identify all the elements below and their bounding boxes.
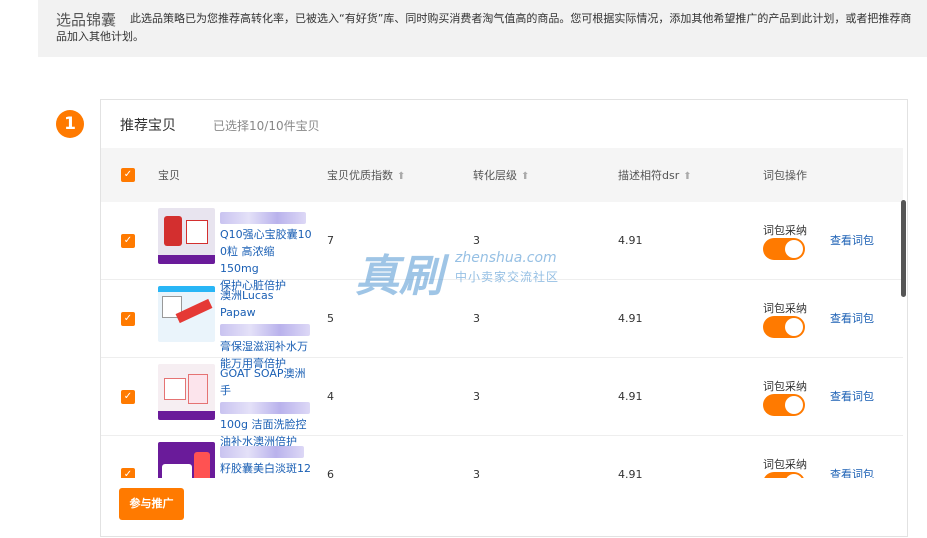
- table-row: ✓ Q10强心宝胶囊10 0粒 高浓缩150mg 保护心脏倍护 7 3 4.91…: [101, 202, 903, 292]
- table-row: ✓ 澳洲Lucas Papaw 膏保湿滋润补水万 能万用膏倍护 5 3 4.91…: [101, 280, 903, 370]
- product-title-link[interactable]: 籽胶囊美白淡斑12: [220, 443, 312, 477]
- column-header-conversion-level[interactable]: 转化层级 ⬆: [473, 167, 529, 183]
- table-row: ✓ 籽胶囊美白淡斑12 6 3 4.91 词包采纳 查看词包: [101, 436, 903, 478]
- card-title: 推荐宝贝: [120, 118, 176, 134]
- dsr-value: 4.91: [618, 390, 643, 403]
- column-header-product: 宝贝: [158, 169, 180, 182]
- quality-index-value: 7: [327, 234, 334, 247]
- view-words-link[interactable]: 查看词包: [830, 232, 874, 248]
- select-all-checkbox[interactable]: ✓: [121, 168, 135, 182]
- quality-index-value: 6: [327, 468, 334, 478]
- product-thumbnail[interactable]: [158, 208, 215, 264]
- product-title-line: 膏保湿滋润补水万: [220, 340, 308, 353]
- product-thumbnail[interactable]: [158, 364, 215, 420]
- blurred-text: [220, 402, 310, 414]
- blurred-text: [220, 324, 310, 336]
- selection-count: 已选择10/10件宝贝: [213, 119, 320, 133]
- row-checkbox[interactable]: ✓: [121, 390, 135, 404]
- table-scrollbar[interactable]: [901, 200, 906, 297]
- word-adopt-label: 词包采纳: [763, 302, 807, 315]
- blurred-text: [220, 212, 306, 224]
- quality-index-value: 4: [327, 390, 334, 403]
- table-row: ✓ GOAT SOAP澳洲手 100g 洁面洗脸控 油补水澳洲倍护 4 3 4.…: [101, 358, 903, 448]
- sort-arrow-icon[interactable]: ⬆: [521, 171, 529, 182]
- word-adopt-label: 词包采纳: [763, 224, 807, 237]
- product-title-line: 籽胶囊美白淡斑12: [220, 462, 311, 475]
- view-words-link[interactable]: 查看词包: [830, 388, 874, 404]
- column-header-dsr[interactable]: 描述相符dsr ⬆: [618, 167, 692, 183]
- column-header-quality-index[interactable]: 宝贝优质指数 ⬆: [327, 167, 405, 183]
- product-title-line: 澳洲Lucas Papaw: [220, 289, 274, 319]
- word-adopt-toggle[interactable]: [763, 316, 805, 338]
- column-header-dsr-label: 描述相符dsr: [618, 169, 680, 182]
- recommended-items-card: 推荐宝贝 已选择10/10件宝贝 ✓ 宝贝 宝贝优质指数 ⬆ 转化层级 ⬆ 描述相符…: [100, 99, 908, 537]
- word-adopt-label: 词包采纳: [763, 458, 807, 471]
- view-words-link[interactable]: 查看词包: [830, 466, 874, 478]
- conversion-level-value: 3: [473, 390, 480, 403]
- column-header-conversion-label: 转化层级: [473, 169, 517, 182]
- product-title-line: GOAT SOAP澳洲手: [220, 367, 306, 397]
- product-title-line: 100g 洁面洗脸控: [220, 418, 307, 431]
- conversion-level-value: 3: [473, 312, 480, 325]
- product-title-line: Q10强心宝胶囊10: [220, 228, 312, 241]
- sort-arrow-icon[interactable]: ⬆: [683, 171, 691, 182]
- step-number-badge: 1: [56, 110, 84, 138]
- blurred-text: [220, 446, 304, 458]
- conversion-level-value: 3: [473, 468, 480, 478]
- join-promotion-button[interactable]: 参与推广: [119, 488, 184, 520]
- table-body: ✓ Q10强心宝胶囊10 0粒 高浓缩150mg 保护心脏倍护 7 3 4.91…: [101, 202, 903, 478]
- word-adopt-toggle[interactable]: [763, 472, 805, 478]
- product-thumbnail[interactable]: [158, 442, 215, 478]
- word-adopt-label: 词包采纳: [763, 380, 807, 393]
- quality-index-value: 5: [327, 312, 334, 325]
- dsr-value: 4.91: [618, 234, 643, 247]
- row-checkbox[interactable]: ✓: [121, 468, 135, 478]
- dsr-value: 4.91: [618, 468, 643, 478]
- conversion-level-value: 3: [473, 234, 480, 247]
- product-thumbnail[interactable]: [158, 286, 215, 342]
- view-words-link[interactable]: 查看词包: [830, 310, 874, 326]
- column-header-quality-label: 宝贝优质指数: [327, 169, 393, 182]
- word-adopt-toggle[interactable]: [763, 238, 805, 260]
- table-header: ✓ 宝贝 宝贝优质指数 ⬆ 转化层级 ⬆ 描述相符dsr ⬆ 词包操作: [101, 148, 903, 202]
- word-adopt-toggle[interactable]: [763, 394, 805, 416]
- column-header-word-ops: 词包操作: [763, 169, 807, 182]
- row-checkbox[interactable]: ✓: [121, 234, 135, 248]
- sort-arrow-icon[interactable]: ⬆: [397, 171, 405, 182]
- page-description: 此选品策略已为您推荐高转化率，已被选入“有好货”库、同时购买消费者淘气值高的商品…: [56, 12, 912, 43]
- row-checkbox[interactable]: ✓: [121, 312, 135, 326]
- dsr-value: 4.91: [618, 312, 643, 325]
- product-title-line: 0粒 高浓缩150mg: [220, 245, 275, 275]
